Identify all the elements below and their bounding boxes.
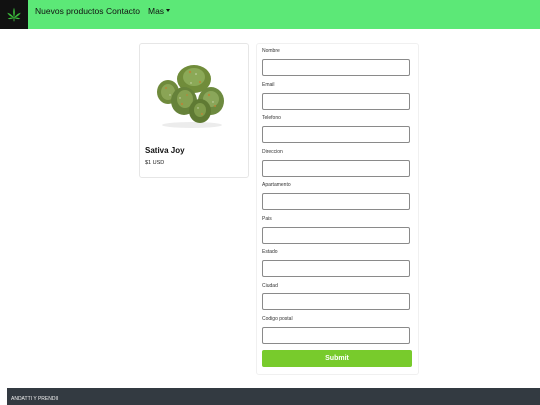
estado-field[interactable]: [262, 260, 410, 277]
product-card[interactable]: Sativa Joy $1 USD: [139, 43, 249, 178]
footer: ANDATTI Y PRENDII: [7, 388, 540, 405]
logo[interactable]: [0, 0, 28, 29]
top-navbar: Nuevos productos Contacto Mas: [0, 0, 540, 29]
nav-dropdown-label: Mas: [148, 6, 165, 16]
email-field[interactable]: [262, 93, 410, 110]
product-price: $1 USD: [145, 160, 165, 166]
submit-button[interactable]: Submit: [262, 350, 412, 367]
pais-field[interactable]: [262, 227, 410, 244]
nav-link-contacto[interactable]: Contacto: [106, 6, 140, 16]
nombre-label: Nombre: [262, 48, 280, 54]
telefono-label: Telefono: [262, 115, 281, 121]
nombre-field[interactable]: [262, 59, 410, 76]
email-label: Email: [262, 82, 275, 88]
estado-label: Estado: [262, 249, 278, 255]
product-name[interactable]: Sativa Joy: [145, 146, 185, 155]
telefono-field[interactable]: [262, 126, 410, 143]
codigo-postal-label: Codigo postal: [262, 316, 293, 322]
apartamento-label: Apartamento: [262, 182, 291, 188]
apartamento-field[interactable]: [262, 193, 410, 210]
nav-dropdown-mas[interactable]: Mas: [148, 6, 171, 16]
cannabis-leaf-icon: [7, 7, 21, 21]
direccion-field[interactable]: [262, 160, 410, 177]
nav-link-nuevos-productos[interactable]: Nuevos productos: [35, 6, 104, 16]
cannabis-buds-image: [157, 65, 224, 128]
ciudad-field[interactable]: [262, 293, 410, 310]
pais-label: Pais: [262, 216, 272, 222]
codigo-postal-field[interactable]: [262, 327, 410, 344]
footer-text: ANDATTI Y PRENDII: [11, 396, 59, 402]
caret-down-icon: [166, 9, 171, 13]
ciudad-label: Ciudad: [262, 283, 278, 289]
direccion-label: Direccion: [262, 149, 283, 155]
